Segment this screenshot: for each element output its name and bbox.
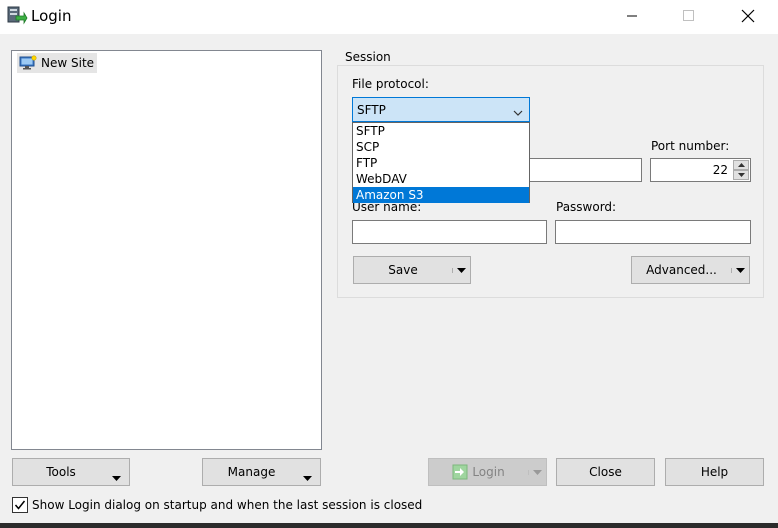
file-protocol-label: File protocol: xyxy=(352,77,429,91)
protocol-option[interactable]: SCP xyxy=(353,139,529,155)
protocol-dropdown-list[interactable]: SFTP SCP FTP WebDAV Amazon S3 xyxy=(352,122,530,203)
protocol-option-highlighted[interactable]: Amazon S3 xyxy=(353,187,529,203)
save-button[interactable]: Save xyxy=(353,256,471,284)
file-protocol-select[interactable]: SFTP xyxy=(352,97,530,122)
protocol-option[interactable]: SFTP xyxy=(353,123,529,139)
checkmark-icon xyxy=(14,500,26,510)
tree-item-new-site[interactable]: New Site xyxy=(17,53,98,73)
close-window-button[interactable] xyxy=(725,0,771,32)
spin-down-arrow-icon[interactable] xyxy=(733,170,749,180)
maximize-button xyxy=(666,0,712,32)
help-button[interactable]: Help xyxy=(665,458,764,486)
monitor-new-site-icon xyxy=(19,55,37,70)
tree-item-label: New Site xyxy=(41,56,95,70)
port-number-value: 22 xyxy=(712,163,728,177)
port-number-label: Port number: xyxy=(651,139,730,153)
chevron-down-icon[interactable] xyxy=(452,267,470,273)
advanced-button-label: Advanced... xyxy=(646,263,717,277)
port-spinner[interactable] xyxy=(733,160,749,180)
protocol-option[interactable]: WebDAV xyxy=(353,171,529,187)
login-arrow-icon xyxy=(452,464,468,480)
chevron-down-icon[interactable] xyxy=(731,267,749,273)
save-button-label: Save xyxy=(388,263,418,277)
spin-up-arrow-icon[interactable] xyxy=(733,160,749,170)
taskbar-edge xyxy=(0,523,778,528)
winscp-app-icon xyxy=(6,5,28,27)
protocol-option[interactable]: FTP xyxy=(353,155,529,171)
chevron-down-icon xyxy=(513,105,523,119)
maximize-icon xyxy=(683,10,694,21)
site-tree[interactable]: New Site xyxy=(11,50,322,450)
chevron-down-icon xyxy=(528,469,546,475)
tools-button-label: Tools xyxy=(46,465,76,479)
password-input[interactable] xyxy=(555,220,751,244)
show-login-label[interactable]: Show Login dialog on startup and when th… xyxy=(32,498,422,512)
close-icon xyxy=(741,9,755,23)
chevron-down-icon xyxy=(112,470,121,484)
manage-button[interactable]: Manage xyxy=(202,458,321,486)
minimize-button[interactable] xyxy=(609,0,655,32)
file-protocol-value: SFTP xyxy=(357,102,386,117)
tools-button[interactable]: Tools xyxy=(12,458,130,486)
login-button[interactable]: Login xyxy=(428,458,547,486)
port-number-input[interactable]: 22 xyxy=(650,158,751,182)
login-button-label: Login xyxy=(472,465,505,479)
title-bar xyxy=(0,0,778,34)
username-input[interactable] xyxy=(352,220,547,244)
host-name-input[interactable] xyxy=(530,158,642,182)
chevron-down-icon xyxy=(303,470,312,484)
login-button-main: Login xyxy=(429,464,528,480)
window-title: Login xyxy=(31,7,72,25)
session-legend: Session xyxy=(343,50,393,64)
minimize-icon xyxy=(627,15,637,17)
advanced-button[interactable]: Advanced... xyxy=(631,256,750,284)
close-button[interactable]: Close xyxy=(556,458,655,486)
show-login-checkbox[interactable] xyxy=(12,497,28,513)
manage-button-label: Manage xyxy=(227,465,276,479)
password-label: Password: xyxy=(556,200,617,214)
